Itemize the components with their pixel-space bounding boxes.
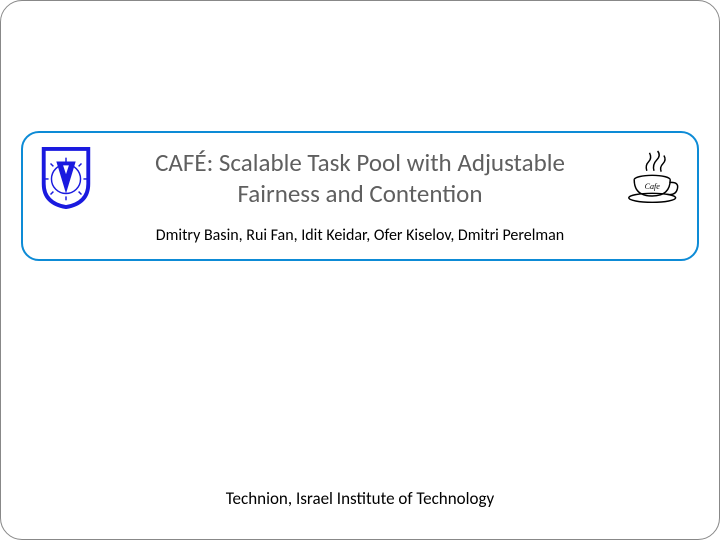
title-line-1: CAFÉ: Scalable Task Pool with Adjustable (155, 147, 565, 178)
title-line-2: Fairness and Contention (237, 178, 482, 209)
affiliation-line: Technion, Israel Institute of Technology (1, 488, 719, 509)
title-row: CAFÉ: Scalable Task Pool with Adjustable… (39, 147, 681, 210)
slide-title: CAFÉ: Scalable Task Pool with Adjustable… (93, 147, 627, 210)
technion-logo-icon (39, 147, 93, 209)
authors-line: Dmitry Basin, Rui Fan, Idit Keidar, Ofer… (156, 226, 564, 245)
svg-text:Cafe: Cafe (645, 182, 661, 191)
cafe-cup-logo-icon: Cafe (627, 147, 681, 209)
slide-frame: CAFÉ: Scalable Task Pool with Adjustable… (0, 0, 720, 540)
title-container: CAFÉ: Scalable Task Pool with Adjustable… (21, 131, 699, 261)
